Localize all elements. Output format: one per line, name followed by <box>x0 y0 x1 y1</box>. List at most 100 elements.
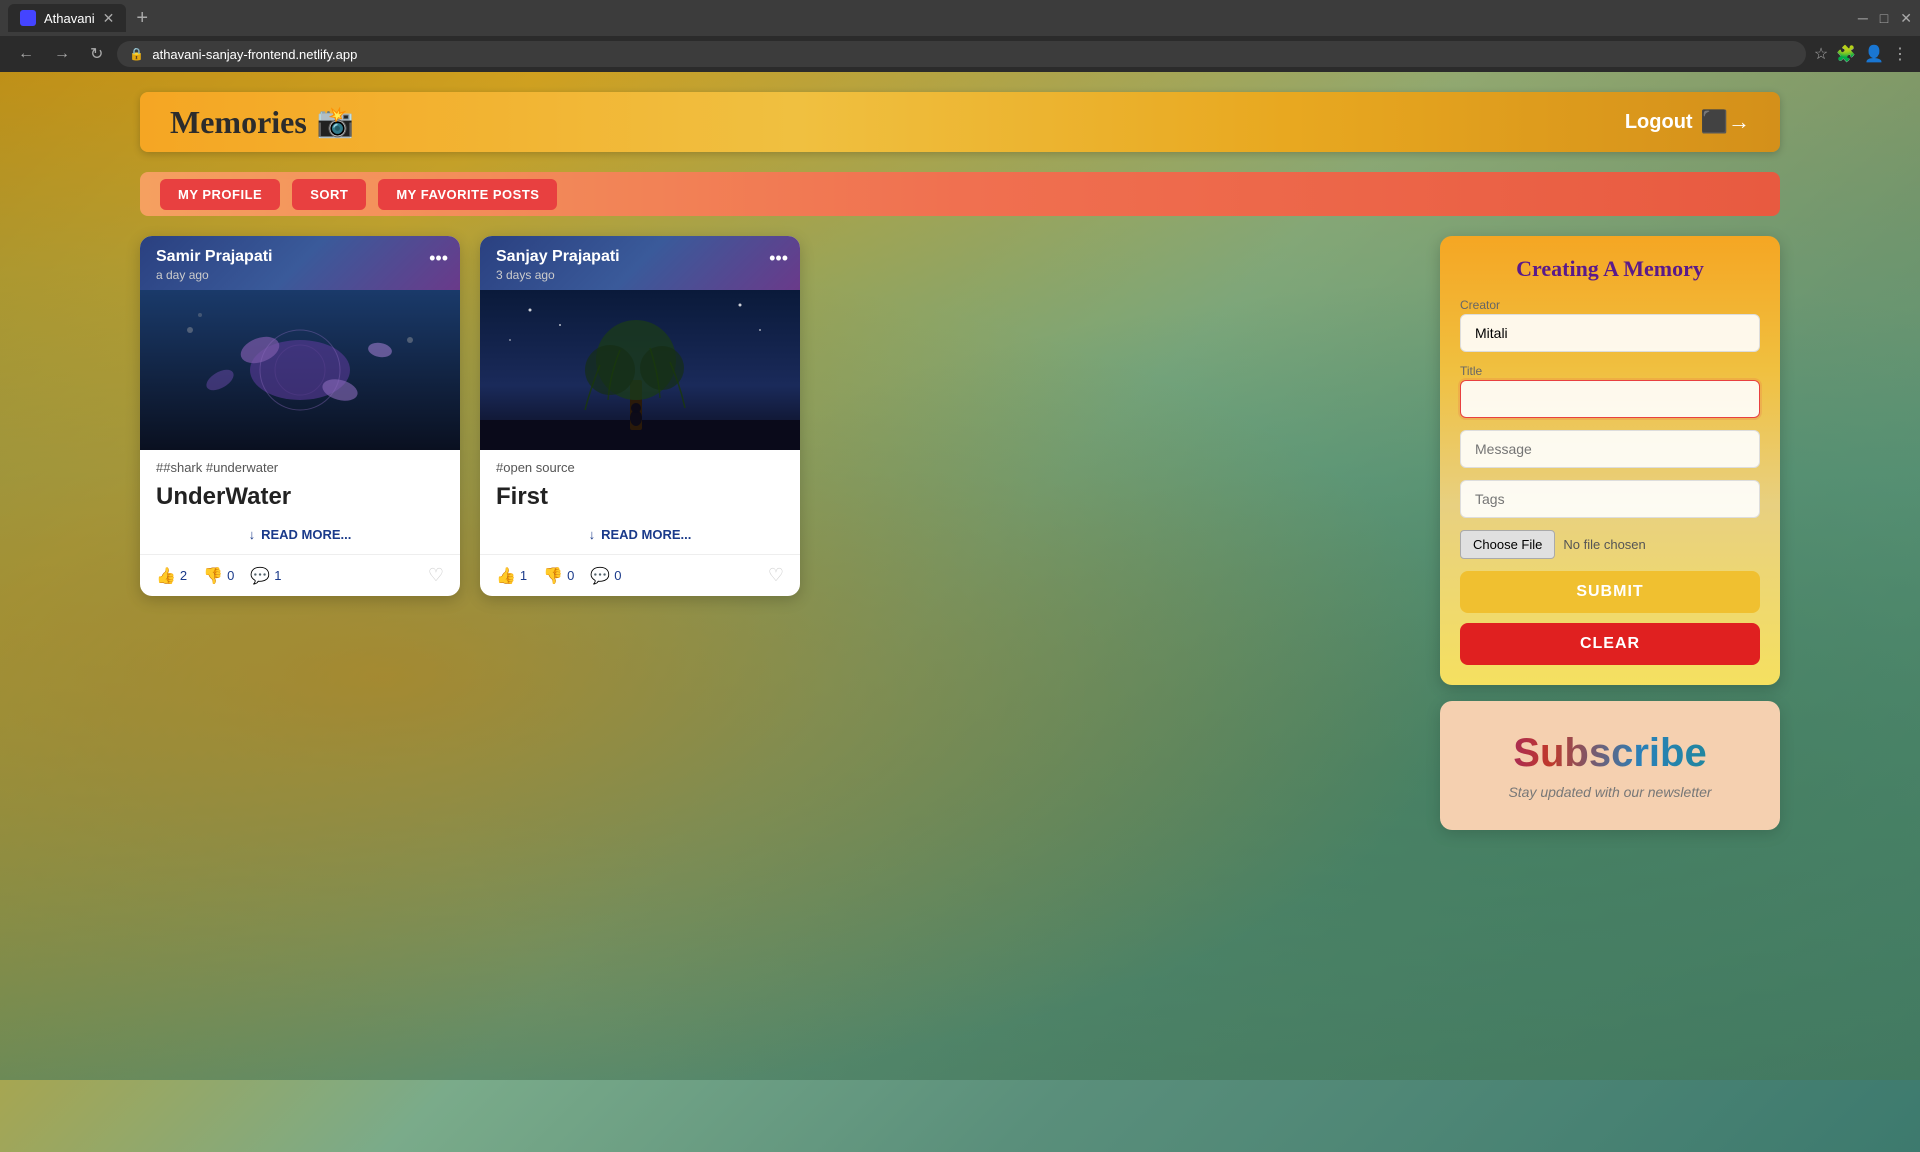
read-more-button[interactable]: ↓ READ MORE... <box>480 521 800 554</box>
read-more-text: READ MORE... <box>261 527 351 542</box>
like-button[interactable]: 👍 1 <box>496 566 527 586</box>
bookmark-star-icon[interactable]: ☆ <box>1814 44 1828 64</box>
arrow-down-icon: ↓ <box>589 527 596 542</box>
tags-input[interactable] <box>1460 480 1760 518</box>
page-content: Memories 📸 Logout ⬛→ MY PROFILE SORT MY … <box>0 72 1920 1080</box>
post-card-header: Sanjay Prajapati 3 days ago ••• <box>480 236 800 290</box>
tags-field <box>1460 480 1760 518</box>
browser-actions: ☆ 🧩 👤 ⋮ <box>1814 44 1908 64</box>
choose-file-button[interactable]: Choose File <box>1460 530 1555 559</box>
nav-bar: ← → ↻ 🔒 athavani-sanjay-frontend.netlify… <box>0 36 1920 72</box>
creating-memory-title: Creating A Memory <box>1460 256 1760 282</box>
file-input-row: Choose File No file chosen <box>1460 530 1760 559</box>
post-actions: 👍 2 👎 0 💬 1 ♡ <box>140 554 460 596</box>
creating-memory-card: Creating A Memory Creator Title Choose F <box>1440 236 1780 685</box>
post-menu-button[interactable]: ••• <box>429 248 448 269</box>
maximize-button[interactable]: □ <box>1880 10 1888 26</box>
sidebar: Creating A Memory Creator Title Choose F <box>1440 236 1780 830</box>
comment-count: 0 <box>614 568 621 583</box>
post-actions: 👍 1 👎 0 💬 0 ♡ <box>480 554 800 596</box>
arrow-down-icon: ↓ <box>249 527 256 542</box>
file-chosen-text: No file chosen <box>1563 537 1645 552</box>
extensions-icon[interactable]: 🧩 <box>1836 44 1856 64</box>
post-author: Sanjay Prajapati <box>496 248 784 266</box>
browser-chrome: Athavani ✕ + ─ □ ✕ ← → ↻ 🔒 athavani-sanj… <box>0 0 1920 72</box>
post-image-tree <box>480 290 800 450</box>
forward-button[interactable]: → <box>48 43 76 65</box>
logout-button[interactable]: Logout ⬛→ <box>1625 109 1750 135</box>
post-tags: ##shark #underwater <box>140 450 460 479</box>
posts-grid: Samir Prajapati a day ago ••• <box>140 236 1420 596</box>
read-more-text: READ MORE... <box>601 527 691 542</box>
tab-title: Athavani <box>44 11 95 26</box>
profile-icon[interactable]: 👤 <box>1864 44 1884 64</box>
menu-icon[interactable]: ⋮ <box>1892 44 1908 64</box>
sort-button[interactable]: SORT <box>292 179 366 210</box>
dislike-count: 0 <box>227 568 234 583</box>
thumbs-up-icon: 👍 <box>156 566 176 586</box>
my-profile-button[interactable]: MY PROFILE <box>160 179 280 210</box>
heart-icon: ♡ <box>428 565 444 585</box>
post-card-header: Samir Prajapati a day ago ••• <box>140 236 460 290</box>
message-input[interactable] <box>1460 430 1760 468</box>
title-label: Title <box>1460 364 1760 378</box>
creator-input[interactable] <box>1460 314 1760 352</box>
favorite-button[interactable]: ♡ <box>768 565 784 586</box>
favorite-button[interactable]: ♡ <box>428 565 444 586</box>
comment-icon: 💬 <box>590 566 610 586</box>
post-card: Sanjay Prajapati 3 days ago ••• <box>480 236 800 596</box>
thumbs-up-icon: 👍 <box>496 566 516 586</box>
clear-button[interactable]: CLEAR <box>1460 623 1760 665</box>
logout-label: Logout <box>1625 111 1693 134</box>
like-count: 1 <box>520 568 527 583</box>
subscribe-subtitle: Stay updated with our newsletter <box>1460 784 1760 800</box>
comment-button[interactable]: 💬 0 <box>590 566 621 586</box>
like-count: 2 <box>180 568 187 583</box>
url-text: athavani-sanjay-frontend.netlify.app <box>152 47 357 62</box>
post-date: 3 days ago <box>496 268 784 282</box>
tab-bar: Athavani ✕ + ─ □ ✕ <box>0 0 1920 36</box>
post-title: First <box>480 479 800 521</box>
header-title: Memories 📸 <box>170 104 354 141</box>
underwater-scene-svg <box>140 290 460 450</box>
thumbs-down-icon: 👎 <box>203 566 223 586</box>
read-more-button[interactable]: ↓ READ MORE... <box>140 521 460 554</box>
minimize-button[interactable]: ─ <box>1858 10 1868 26</box>
my-favorite-posts-button[interactable]: MY FAVORITE POSTS <box>378 179 557 210</box>
post-tags: #open source <box>480 450 800 479</box>
tree-scene-svg <box>480 290 800 450</box>
like-button[interactable]: 👍 2 <box>156 566 187 586</box>
message-field <box>1460 430 1760 468</box>
new-tab-button[interactable]: + <box>130 7 154 30</box>
post-image-underwater <box>140 290 460 450</box>
submit-button[interactable]: SUBMIT <box>1460 571 1760 613</box>
dislike-button[interactable]: 👎 0 <box>543 566 574 586</box>
close-button[interactable]: ✕ <box>1900 10 1912 27</box>
memories-emoji: 📸 <box>317 105 354 140</box>
app-header: Memories 📸 Logout ⬛→ <box>140 92 1780 152</box>
active-tab[interactable]: Athavani ✕ <box>8 4 126 32</box>
thumbs-down-icon: 👎 <box>543 566 563 586</box>
creator-label: Creator <box>1460 298 1760 312</box>
comment-button[interactable]: 💬 1 <box>250 566 281 586</box>
back-button[interactable]: ← <box>12 43 40 65</box>
title-input[interactable] <box>1460 380 1760 418</box>
creator-field: Creator <box>1460 298 1760 352</box>
dislike-button[interactable]: 👎 0 <box>203 566 234 586</box>
address-bar[interactable]: 🔒 athavani-sanjay-frontend.netlify.app <box>117 41 1805 67</box>
post-menu-button[interactable]: ••• <box>769 248 788 269</box>
subscribe-title: Subscribe <box>1460 731 1760 776</box>
dislike-count: 0 <box>567 568 574 583</box>
comment-count: 1 <box>274 568 281 583</box>
main-layout: Samir Prajapati a day ago ••• <box>140 236 1780 830</box>
tab-favicon <box>20 10 36 26</box>
close-tab-button[interactable]: ✕ <box>103 10 115 27</box>
comment-icon: 💬 <box>250 566 270 586</box>
refresh-button[interactable]: ↻ <box>84 42 109 66</box>
navigation-bar: MY PROFILE SORT MY FAVORITE POSTS <box>140 172 1780 216</box>
title-field: Title <box>1460 364 1760 418</box>
subscribe-card: Subscribe Stay updated with our newslett… <box>1440 701 1780 830</box>
window-controls: ─ □ ✕ <box>1858 10 1912 27</box>
post-title: UnderWater <box>140 479 460 521</box>
post-author: Samir Prajapati <box>156 248 444 266</box>
